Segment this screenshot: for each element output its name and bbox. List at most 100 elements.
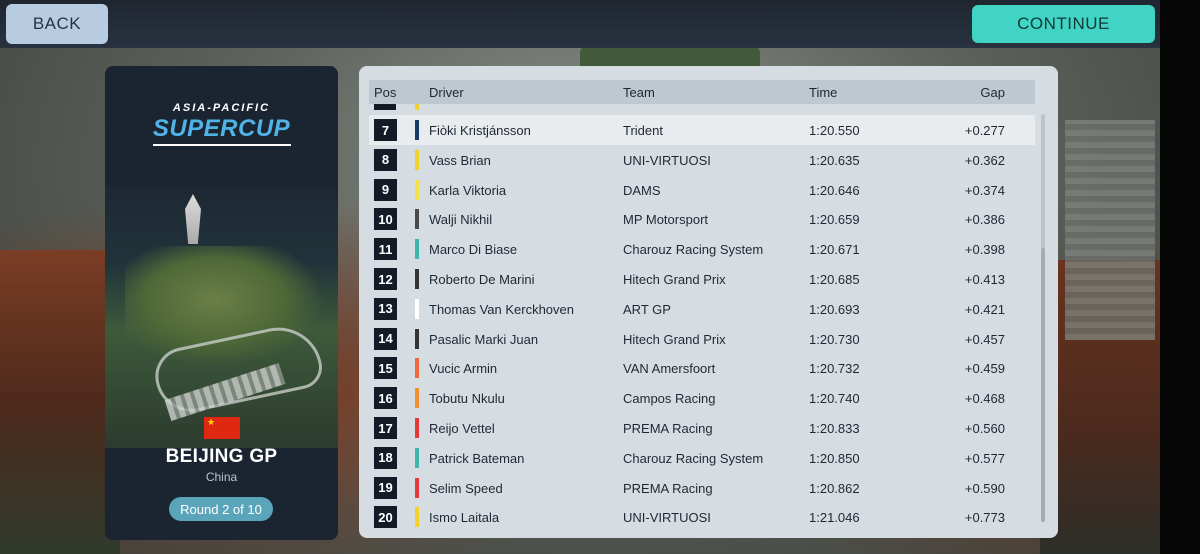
- team-name: UNI-VIRTUOSI: [623, 152, 711, 168]
- circuit-artwork: [105, 186, 338, 448]
- driver-name: Marco Di Biase: [429, 242, 518, 258]
- table-row[interactable]: 14 Pasalic Marki Juan Hitech Grand Prix 1:2…: [369, 324, 1035, 354]
- table-row[interactable]: 13 Thomas Van Kerckhoven ART GP 1:20.693 +0.…: [369, 294, 1035, 324]
- table-row[interactable]: 18 Patrick Bateman Charouz Racing System 1:…: [369, 443, 1035, 473]
- table-row[interactable]: 8 Vass Brian UNI-VIRTUOSI 1:20.635 +0.362: [369, 145, 1035, 175]
- team-color-bar: [415, 269, 419, 289]
- logo-underline: [152, 144, 291, 146]
- right-edge-bar: [1160, 0, 1200, 554]
- team-name: UNI-VIRTUOSI: [623, 510, 711, 526]
- lap-time: 1:20.740: [809, 391, 860, 407]
- driver-name: Tobutu Nkulu: [429, 391, 505, 407]
- round-badge: Round 2 of 10: [169, 497, 273, 521]
- position-badge: 18: [374, 446, 397, 469]
- team-color-bar: [415, 418, 419, 438]
- position-badge: 11: [374, 238, 397, 261]
- partial-row: [369, 104, 1035, 114]
- partial-team-color: [415, 104, 419, 110]
- table-row[interactable]: 7 Fiòki Kristjánsson Trident 1:20.550 +0.277: [369, 115, 1035, 145]
- table-row[interactable]: 16 Tobutu Nkulu Campos Racing 1:20.740 +0.46…: [369, 383, 1035, 413]
- partial-pos-box: [374, 104, 396, 110]
- gap-value: +0.374: [964, 182, 1005, 198]
- gap-value: +0.773: [964, 510, 1005, 526]
- gap-value: +0.386: [964, 212, 1005, 228]
- team-name: PREMA Racing: [623, 421, 713, 436]
- header-pos: Pos: [374, 85, 397, 100]
- table-row[interactable]: 10 Walji Nikhil MP Motorsport 1:20.659 +0.38…: [369, 204, 1035, 234]
- results-list[interactable]: 7 Fiòki Kristjánsson Trident 1:20.550 +0.277…: [369, 104, 1035, 538]
- gap-value: +0.560: [964, 421, 1005, 436]
- driver-name: Karla Viktoria: [429, 182, 507, 198]
- gap-value: +0.459: [964, 361, 1005, 377]
- series-region: ASIA-PACIFIC: [172, 102, 271, 114]
- flag-star-icon: ★: [207, 417, 216, 427]
- table-row[interactable]: 19 Selim Speed PREMA Racing 1:20.862 +0.590: [369, 473, 1035, 503]
- background-city-left: [0, 250, 120, 554]
- driver-name: Selim Speed: [429, 480, 503, 496]
- driver-name: Vucic Armin: [429, 361, 498, 377]
- header-team: Team: [623, 85, 655, 100]
- team-name: MP Motorsport: [623, 212, 709, 228]
- team-color-bar: [415, 388, 419, 409]
- continue-button[interactable]: CONTINUE: [972, 5, 1155, 43]
- gap-value: +0.413: [964, 272, 1005, 287]
- driver-name: Roberto De Marini: [429, 272, 535, 287]
- driver-name: Fiòki Kristjánsson: [429, 123, 531, 138]
- table-row[interactable]: 15 Vucic Armin VAN Amersfoort 1:20.732 +0.45…: [369, 353, 1035, 383]
- table-row[interactable]: 9 Karla Viktoria DAMS 1:20.646 +0.374: [369, 175, 1035, 205]
- team-color-bar: [415, 209, 419, 230]
- position-badge: 16: [374, 387, 397, 410]
- driver-name: Patrick Bateman: [429, 450, 525, 466]
- team-name: Hitech Grand Prix: [623, 272, 726, 287]
- driver-name: Ismo Laitala: [429, 510, 500, 526]
- position-badge: 8: [374, 148, 397, 171]
- driver-name: Thomas Van Kerckhoven: [429, 301, 574, 317]
- position-badge: 20: [374, 506, 397, 529]
- country-name: China: [205, 470, 238, 484]
- team-name: Hitech Grand Prix: [623, 331, 726, 347]
- driver-name: Pasalic Marki Juan: [429, 331, 539, 347]
- team-color-bar: [415, 120, 419, 140]
- scrollbar-thumb[interactable]: [1041, 248, 1045, 522]
- table-row[interactable]: 20 Ismo Laitala UNI-VIRTUOSI 1:21.046 +0.773: [369, 502, 1035, 532]
- team-color-bar: [415, 179, 419, 200]
- lap-time: 1:20.685: [809, 272, 860, 287]
- team-color-bar: [415, 149, 419, 170]
- team-color-bar: [415, 358, 419, 379]
- team-name: PREMA Racing: [623, 480, 713, 496]
- team-color-bar: [415, 298, 419, 319]
- lap-time: 1:20.850: [809, 450, 860, 466]
- gap-value: +0.577: [964, 450, 1005, 466]
- position-badge: 10: [374, 208, 397, 231]
- back-button[interactable]: BACK: [6, 4, 108, 44]
- series-logo: ASIA-PACIFIC SUPERCUP: [105, 102, 338, 146]
- lap-time: 1:20.833: [809, 421, 860, 436]
- position-badge: 9: [374, 178, 397, 201]
- lap-time: 1:20.646: [809, 182, 860, 198]
- background-building: [1065, 120, 1155, 340]
- gap-value: +0.590: [964, 480, 1005, 496]
- table-row[interactable]: 11 Marco Di Biase Charouz Racing System 1:2…: [369, 234, 1035, 264]
- team-color-bar: [415, 507, 419, 528]
- lap-time: 1:20.550: [809, 123, 860, 138]
- grand-prix-name: BEIJING GP: [165, 446, 278, 467]
- series-name: SUPERCUP: [152, 115, 291, 142]
- results-panel: Pos Driver Team Time Gap 7 Fiòki Kristján…: [359, 66, 1058, 538]
- table-row[interactable]: 12 Roberto De Marini Hitech Grand Prix 1:20…: [369, 264, 1035, 294]
- team-name: VAN Amersfoort: [623, 361, 716, 377]
- gap-value: +0.457: [964, 331, 1005, 347]
- position-badge: 12: [374, 268, 397, 290]
- gap-value: +0.468: [964, 391, 1005, 407]
- lap-time: 1:21.046: [809, 510, 860, 526]
- driver-name: Reijo Vettel: [429, 421, 495, 436]
- header-gap: Gap: [980, 85, 1005, 100]
- team-color-bar: [415, 477, 419, 498]
- gap-value: +0.277: [964, 123, 1005, 138]
- table-row[interactable]: 17 Reijo Vettel PREMA Racing 1:20.833 +0.560: [369, 413, 1035, 443]
- position-badge: 19: [374, 476, 397, 499]
- lap-time: 1:20.659: [809, 212, 860, 228]
- team-color-bar: [415, 239, 419, 260]
- header-time: Time: [809, 85, 838, 100]
- lap-time: 1:20.862: [809, 480, 860, 496]
- team-name: Charouz Racing System: [623, 242, 764, 258]
